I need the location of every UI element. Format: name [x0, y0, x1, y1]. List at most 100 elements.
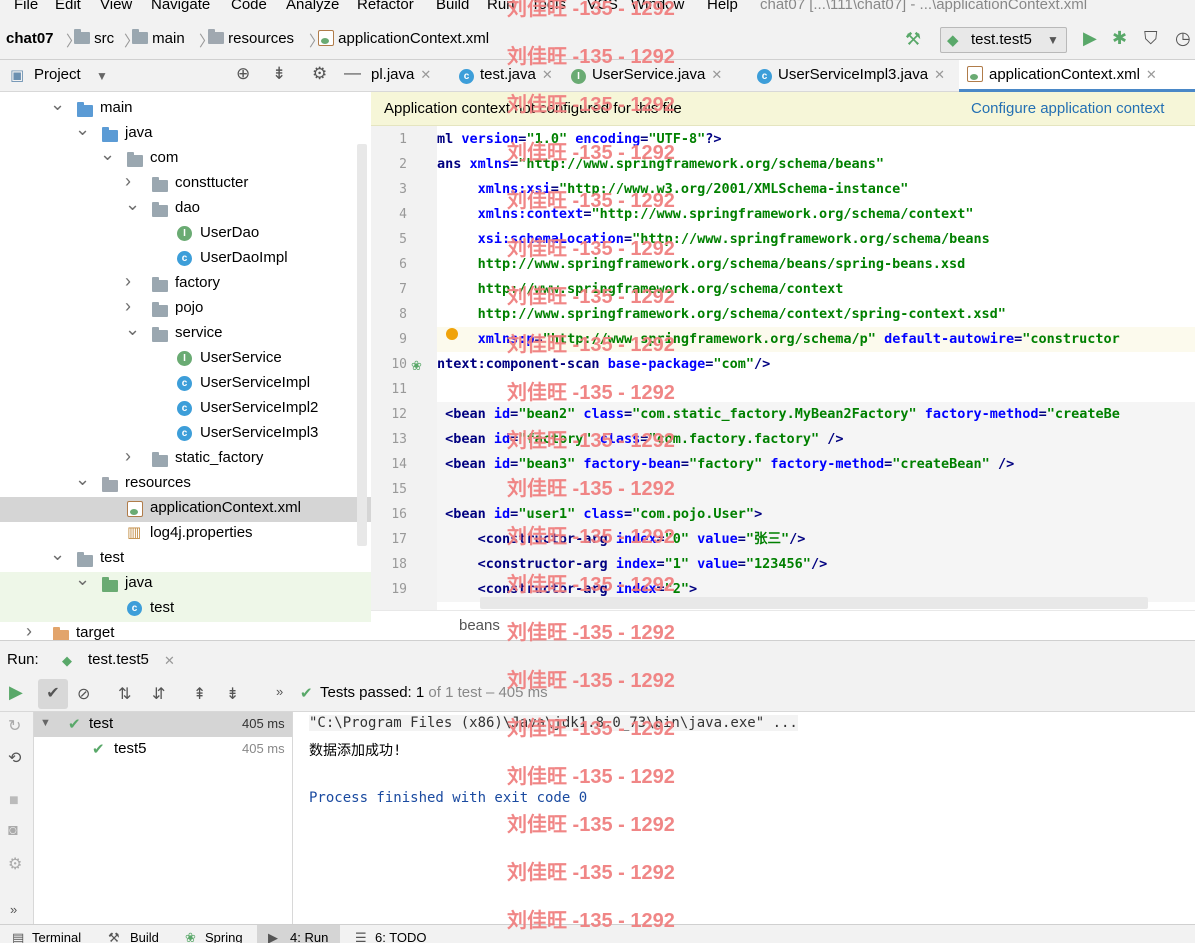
- close-icon[interactable]: ✕: [1146, 67, 1157, 82]
- chevron-down-icon[interactable]: ⌄: [50, 544, 65, 565]
- chevron-right-icon[interactable]: ›: [125, 296, 131, 317]
- todo-tab[interactable]: 6: TODO: [375, 930, 427, 943]
- close-icon[interactable]: ✕: [542, 67, 553, 82]
- editor-tab[interactable]: applicationContext.xml ✕: [959, 60, 1195, 92]
- chevron-right-icon[interactable]: ›: [125, 446, 131, 467]
- chevron-down-icon[interactable]: ▼: [40, 717, 51, 729]
- editor-tab[interactable]: c UserServiceImpl3.java ✕: [749, 60, 955, 92]
- menu-item-build[interactable]: Build: [436, 0, 469, 13]
- configure-context-link[interactable]: Configure application context: [971, 100, 1164, 117]
- breadcrumb-file[interactable]: applicationContext.xml: [318, 30, 489, 47]
- close-icon[interactable]: ✕: [711, 67, 722, 82]
- tree-item[interactable]: applicationContext.xml: [0, 497, 371, 522]
- chevron-down-icon[interactable]: ⌄: [50, 94, 65, 115]
- code-editor[interactable]: ml version="1.0" encoding="UTF-8"?> ans x…: [437, 126, 1195, 610]
- tree-item[interactable]: ⌄ java: [0, 569, 371, 597]
- menu-item-tools[interactable]: Tools: [531, 0, 566, 13]
- show-passed-icon[interactable]: ✔: [38, 679, 68, 709]
- menu-item-vcs[interactable]: VCS: [587, 0, 618, 13]
- chevron-down-icon[interactable]: ▼: [96, 69, 108, 83]
- tree-item[interactable]: ⌄ test: [0, 544, 371, 572]
- menu-item-help[interactable]: Help: [707, 0, 738, 13]
- tree-item[interactable]: ⌄ main: [0, 94, 371, 122]
- tree-item[interactable]: c UserDaoImpl: [0, 247, 371, 272]
- breadcrumb-src[interactable]: src: [74, 29, 114, 47]
- menu-item-view[interactable]: View: [100, 0, 132, 13]
- test-case-name[interactable]: test5: [114, 740, 147, 757]
- profile-icon[interactable]: ◷: [1175, 28, 1191, 49]
- collapse-icon[interactable]: ⇟: [272, 64, 286, 84]
- tree-item[interactable]: I UserService: [0, 347, 371, 372]
- debug-icon[interactable]: ✱: [1112, 28, 1127, 49]
- camera-icon[interactable]: ◙: [8, 822, 18, 840]
- run-tool-tab[interactable]: 4: Run: [290, 930, 328, 943]
- more-icon[interactable]: »: [10, 902, 17, 917]
- menu-item-run[interactable]: Run: [487, 0, 515, 13]
- close-icon[interactable]: ✕: [420, 67, 431, 82]
- breadcrumb-main[interactable]: main: [132, 29, 185, 47]
- run-icon[interactable]: ▶: [1083, 28, 1097, 49]
- coverage-icon[interactable]: ⛉: [1144, 28, 1158, 49]
- xml-path-beans[interactable]: beans: [459, 617, 500, 634]
- breadcrumb-resources[interactable]: resources: [208, 29, 294, 47]
- show-ignored-icon[interactable]: ⊘: [77, 684, 90, 704]
- menu-item-analyze[interactable]: Analyze: [286, 0, 339, 13]
- locate-icon[interactable]: ⊕: [236, 64, 250, 84]
- menu-item-code[interactable]: Code: [231, 0, 267, 13]
- menu-item-navigate[interactable]: Navigate: [151, 0, 210, 13]
- menu-item-file[interactable]: File: [14, 0, 38, 13]
- tree-item[interactable]: c test: [0, 597, 371, 622]
- chevron-down-icon[interactable]: ⌄: [100, 144, 115, 165]
- spring-tab[interactable]: Spring: [205, 930, 243, 943]
- run-tab[interactable]: test.test5: [88, 651, 149, 668]
- chevron-down-icon[interactable]: ⌄: [75, 569, 90, 590]
- tree-item[interactable]: › target: [0, 621, 371, 640]
- chevron-right-icon[interactable]: ›: [125, 271, 131, 292]
- run-config-dropdown[interactable]: ◆ test.test5 ▼: [940, 27, 1067, 53]
- hide-icon[interactable]: —: [344, 63, 361, 83]
- chevron-down-icon[interactable]: ⌄: [75, 119, 90, 140]
- stop-icon[interactable]: ■: [9, 792, 19, 810]
- project-panel-title[interactable]: Project: [34, 66, 81, 83]
- chevron-down-icon[interactable]: ⌄: [125, 194, 140, 215]
- chevron-right-icon[interactable]: ›: [125, 171, 131, 192]
- terminal-tab[interactable]: Terminal: [32, 930, 81, 943]
- tree-item[interactable]: c UserServiceImpl2: [0, 397, 371, 422]
- tree-item[interactable]: I UserDao: [0, 222, 371, 247]
- more-icon[interactable]: »: [276, 684, 283, 699]
- horizontal-scrollbar[interactable]: [480, 597, 1148, 609]
- test-suite-name[interactable]: test: [89, 715, 113, 732]
- tree-item[interactable]: c UserServiceImpl: [0, 372, 371, 397]
- bulb-icon[interactable]: [446, 328, 458, 340]
- sort-alpha-icon[interactable]: ⇅: [118, 684, 131, 704]
- chevron-right-icon[interactable]: ›: [26, 621, 32, 640]
- editor-tab[interactable]: I UserService.java ✕: [563, 60, 745, 92]
- tree-item[interactable]: ⌄ com: [0, 144, 371, 172]
- console-output[interactable]: "C:\Program Files (x86)\Java\jdk1.8.0_73…: [293, 712, 1195, 924]
- editor-tab[interactable]: pl.java ✕: [371, 60, 449, 92]
- sort-duration-icon[interactable]: ⇵: [152, 684, 165, 704]
- chevron-down-icon[interactable]: ⌄: [125, 319, 140, 340]
- tree-item[interactable]: ⌄ resources: [0, 469, 371, 497]
- restart-icon[interactable]: ⟲: [8, 748, 21, 768]
- expand-all-icon[interactable]: ⇞: [193, 684, 206, 704]
- menu-item-edit[interactable]: Edit: [55, 0, 81, 13]
- tree-item[interactable]: ⌄ java: [0, 119, 371, 147]
- build-hammer-icon[interactable]: ⚒: [905, 29, 921, 50]
- tree-item[interactable]: › consttucter: [0, 171, 371, 197]
- collapse-all-icon[interactable]: ⇟: [226, 684, 239, 704]
- menu-item-window[interactable]: Window: [631, 0, 684, 13]
- editor-tab[interactable]: c test.java ✕: [451, 60, 559, 92]
- tree-item[interactable]: ⌄ service: [0, 319, 371, 347]
- close-icon[interactable]: ✕: [164, 653, 175, 669]
- tree-item[interactable]: ⌄ dao: [0, 194, 371, 222]
- menu-item-refactor[interactable]: Refactor: [357, 0, 414, 13]
- pin-icon[interactable]: ↻: [8, 716, 21, 736]
- close-icon[interactable]: ✕: [934, 67, 945, 82]
- gear-icon[interactable]: ⚙: [312, 64, 327, 84]
- tree-item[interactable]: › pojo: [0, 296, 371, 322]
- rerun-icon[interactable]: ▶: [9, 682, 23, 703]
- settings-icon[interactable]: ⚙: [8, 854, 22, 874]
- build-tab[interactable]: Build: [130, 930, 159, 943]
- tree-item[interactable]: c UserServiceImpl3: [0, 422, 371, 447]
